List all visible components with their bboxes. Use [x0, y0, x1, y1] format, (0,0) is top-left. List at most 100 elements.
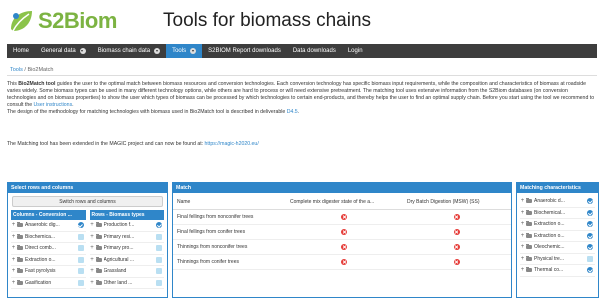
expand-icon[interactable]: +: [11, 234, 16, 240]
no-match-icon: [341, 228, 347, 235]
list-item[interactable]: + Gasification: [11, 278, 86, 289]
list-item-label: Agricultural ...: [103, 256, 135, 263]
page-title: Tools for biomass chains: [163, 10, 372, 31]
checkbox[interactable]: [77, 268, 84, 275]
checkbox[interactable]: [77, 222, 84, 229]
list-item[interactable]: + Agricultural ...: [89, 255, 164, 266]
intro-text-part: guides the user to the optimal match bet…: [7, 81, 595, 108]
checkbox[interactable]: [77, 279, 84, 286]
table-row[interactable]: Thinnings from nonconifer trees: [173, 239, 511, 255]
table-row[interactable]: Thinnings from conifer trees: [173, 254, 511, 270]
expand-icon[interactable]: +: [520, 267, 525, 273]
row-name: Final fellings from nonconifer trees: [173, 209, 286, 225]
checkbox[interactable]: [156, 222, 162, 229]
intro-tool-name: Bio2Match tool: [18, 81, 56, 87]
list-item[interactable]: + Anaerobic d...: [520, 196, 595, 208]
checkbox[interactable]: [156, 245, 162, 252]
checkbox[interactable]: [587, 267, 593, 274]
list-item[interactable]: + Fast pyrolysis: [11, 266, 86, 278]
expand-icon[interactable]: +: [11, 280, 16, 286]
expand-icon[interactable]: +: [520, 210, 525, 216]
panel-title: Matching characteristics: [517, 183, 598, 193]
table-row[interactable]: Final fellings from conifer trees: [173, 224, 511, 240]
list-item[interactable]: + Oleochemic...: [520, 242, 595, 254]
list-item[interactable]: + Direct comb...: [11, 243, 86, 255]
switch-rows-columns-button[interactable]: Switch rows and columns: [12, 196, 163, 207]
nav-biomass-chain-data[interactable]: Biomass chain data: [92, 44, 166, 58]
column-header-complete-mix[interactable]: Complete mix digester state of the a...: [286, 195, 403, 210]
user-instructions-link[interactable]: User instructions: [34, 102, 73, 108]
list-item[interactable]: + Production f...: [89, 220, 164, 232]
expand-icon[interactable]: +: [520, 256, 525, 262]
list-item[interactable]: + Primary resi...: [89, 232, 164, 243]
checkbox[interactable]: [156, 268, 162, 275]
list-item[interactable]: + Thermal co...: [520, 265, 595, 277]
expand-icon[interactable]: +: [90, 257, 95, 263]
expand-icon[interactable]: +: [520, 233, 525, 239]
list-item[interactable]: + Biochemica...: [11, 232, 86, 243]
nav-data-downloads[interactable]: Data downloads: [287, 44, 342, 58]
folder-icon: [95, 222, 102, 228]
chevron-down-icon: [190, 48, 197, 54]
checkbox[interactable]: [77, 256, 84, 263]
expand-icon[interactable]: +: [11, 222, 16, 228]
row-name: Thinnings from conifer trees: [173, 254, 286, 270]
checkbox[interactable]: [587, 209, 593, 216]
conversion-columns-list: Columns - Conversion ... + Anaerobic dig.…: [11, 210, 86, 289]
expand-icon[interactable]: +: [11, 245, 16, 251]
nav-home[interactable]: Home: [7, 44, 35, 58]
column-header-dry-batch[interactable]: Dry Batch Digestion (MSW) (SS): [403, 195, 511, 210]
folder-icon: [17, 245, 23, 251]
folder-icon: [17, 233, 23, 239]
list-item-label: Biochemical...: [534, 209, 566, 216]
expand-icon[interactable]: +: [11, 268, 16, 274]
intro-text: This Bio2Match tool guides the user to t…: [7, 81, 597, 116]
list-item[interactable]: + Biochemical...: [520, 208, 595, 219]
list-item[interactable]: + Extraction o...: [520, 231, 595, 242]
expand-icon[interactable]: +: [90, 280, 95, 286]
list-item-label: Production f...: [103, 222, 135, 229]
column-header-name[interactable]: Name: [173, 195, 286, 210]
nav-general-data[interactable]: General data: [35, 44, 92, 58]
magic-link[interactable]: https://magic-h2020.eu/: [205, 141, 259, 147]
checkbox[interactable]: [587, 244, 593, 251]
expand-icon[interactable]: +: [90, 222, 95, 228]
deliverable-link[interactable]: D4.5: [287, 109, 298, 115]
list-item[interactable]: + Extraction o...: [520, 219, 595, 231]
expand-icon[interactable]: +: [90, 268, 95, 274]
checkbox[interactable]: [587, 255, 593, 262]
nav-login[interactable]: Login: [342, 44, 369, 58]
list-item[interactable]: + Extraction o...: [11, 255, 86, 266]
expand-icon[interactable]: +: [90, 245, 95, 251]
list-item[interactable]: + Other land ...: [89, 278, 164, 289]
list-item[interactable]: + Physical tre...: [520, 254, 595, 265]
folder-icon: [17, 268, 23, 274]
checkbox[interactable]: [587, 221, 593, 228]
expand-icon[interactable]: +: [520, 221, 525, 227]
nav-tools[interactable]: Tools: [166, 44, 203, 58]
list-item[interactable]: + Grassland: [89, 266, 164, 278]
expand-icon[interactable]: +: [11, 257, 16, 263]
expand-icon[interactable]: +: [520, 198, 525, 204]
folder-icon: [526, 209, 532, 215]
no-match-icon: [453, 213, 460, 220]
list-item[interactable]: + Primary pro...: [89, 243, 164, 255]
list-item[interactable]: + Anaerobic dig...: [11, 220, 86, 232]
expand-icon[interactable]: +: [520, 244, 525, 250]
checkbox[interactable]: [587, 232, 593, 239]
s2biom-logo[interactable]: S2Biom: [7, 7, 117, 35]
checkbox[interactable]: [587, 198, 593, 205]
checkbox[interactable]: [156, 256, 162, 263]
expand-icon[interactable]: +: [90, 234, 95, 240]
table-row[interactable]: Final fellings from nonconifer trees: [173, 209, 511, 225]
checkbox[interactable]: [156, 279, 162, 286]
checkbox[interactable]: [77, 233, 84, 240]
nav-report-downloads[interactable]: S2BIOM Report downloads: [202, 44, 287, 58]
panel-title: Select rows and columns: [8, 183, 167, 193]
folder-icon: [17, 256, 23, 262]
breadcrumb-tools-link[interactable]: Tools: [10, 67, 23, 73]
checkbox[interactable]: [77, 245, 84, 252]
checkbox[interactable]: [156, 233, 162, 240]
no-match-icon: [453, 243, 460, 250]
no-match-icon: [341, 213, 347, 220]
